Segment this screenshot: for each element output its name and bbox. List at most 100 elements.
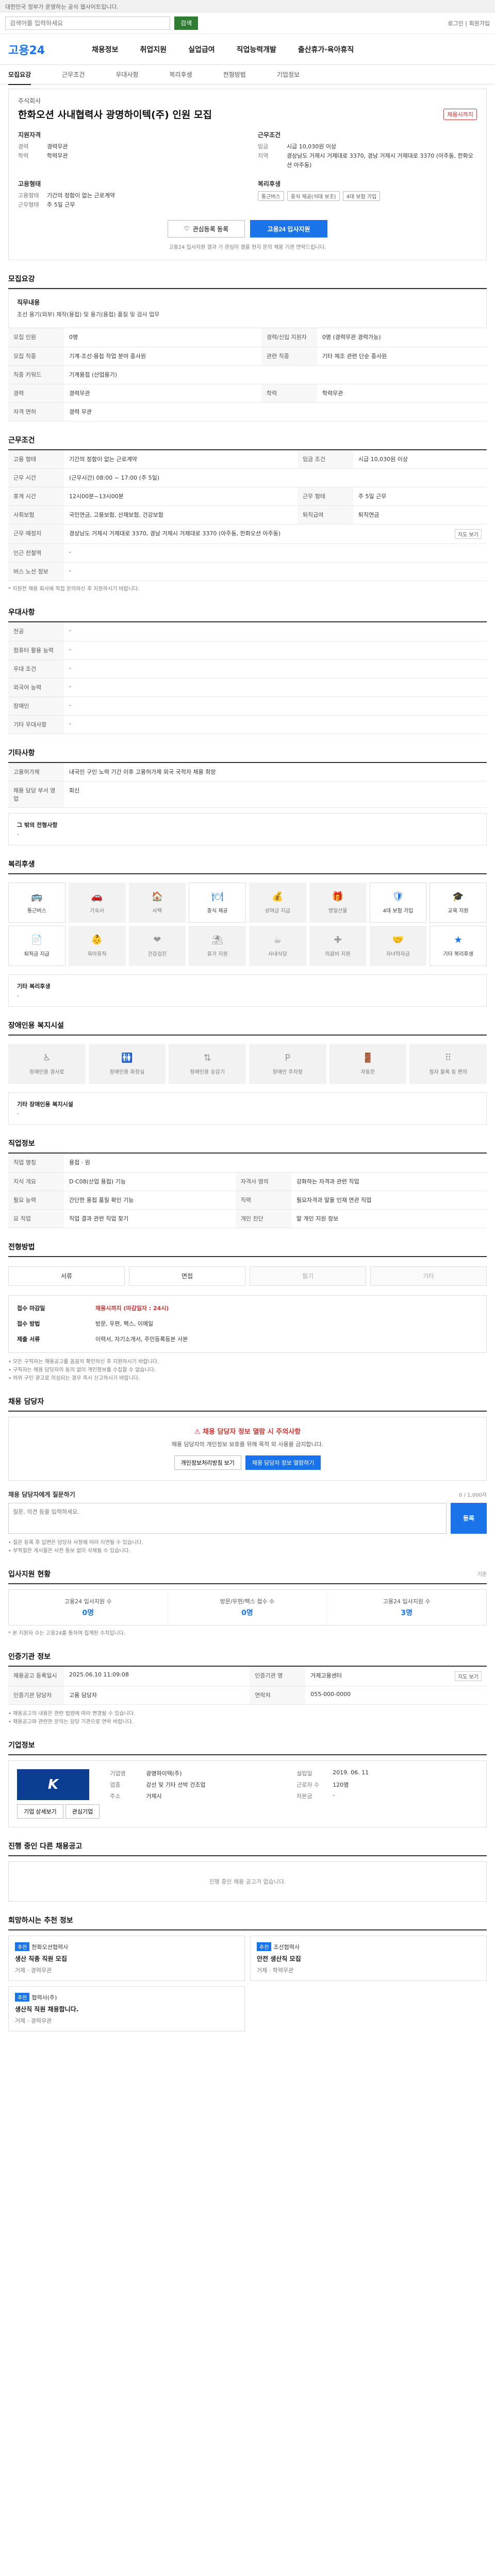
section-title: 진행 중인 다른 채용공고 <box>8 1841 487 1856</box>
table-key: 지식 개요 <box>8 1172 64 1191</box>
welfare-label: 중식 제공 <box>207 908 228 914</box>
auth-links[interactable]: 로그인 | 회원가입 <box>448 19 490 27</box>
summary-grid: 지원자격 경력 경력무관 학력 학력무관 근무조건 임금 시급 10,030원 이상 … <box>18 130 477 210</box>
welfare-label: 퇴직금 지급 <box>24 952 50 957</box>
nav-jobs[interactable]: 채용정보 <box>92 44 119 55</box>
summary-heading: 근무조건 <box>258 131 281 139</box>
org-notes: • 채용공고의 내용은 관련 법령에 따라 변경될 수 있습니다. • 채용공고… <box>8 1710 487 1726</box>
search-button[interactable]: 검색 <box>174 16 199 30</box>
welfare-card: ⇅ 장애인용 승강기 <box>169 1044 246 1084</box>
kv-key: 근무형태 <box>18 201 39 208</box>
step-etc: 기타 <box>370 1266 487 1286</box>
jobinfo-section: 직업정보 직업 명칭 용접 · 원 지식 개요 D·C08(산업 용접) 기능 자격사… <box>8 1138 487 1228</box>
stat-value: 0명 <box>82 1608 94 1617</box>
table-value: 0명 <box>64 328 261 347</box>
table-key: 전공 <box>8 622 64 641</box>
section-title: 희망하시는 추천 정보 <box>8 1915 487 1930</box>
table-value: 기간의 정함이 없는 근로계약 <box>64 450 298 469</box>
recommend-meta: 거제 · 경력무관 <box>15 2017 52 2024</box>
job-actions: ♡ 관심등록 등록 고용24 입사지원 <box>18 220 477 238</box>
desc-text: 조선 용기(외부) 제작(용접) 및 용기(용접) 품질 및 검사 업무 <box>17 311 160 318</box>
privacy-policy-button[interactable]: 개인정보처리방침 보기 <box>174 1455 241 1470</box>
org-map-button[interactable]: 지도 보기 <box>455 1671 482 1681</box>
table-row: 인근 전철역 - <box>8 544 487 563</box>
welfare-card: 📄 퇴직금 지급 <box>8 926 65 966</box>
recommend-card[interactable]: 추천 조선협력사 안전 생산직 모집 거제 · 학력무관 <box>250 1935 487 1981</box>
qna-submit-button[interactable]: 등록 <box>451 1502 487 1534</box>
tab-corp[interactable]: 기업정보 <box>277 70 300 79</box>
kv-key: 임금 <box>258 143 269 150</box>
selection-notes: • 모든 구직자는 채용공고를 꼼꼼히 확인하신 후 지원하시기 바랍니다. •… <box>8 1358 487 1383</box>
tab-recruit[interactable]: 모집요강 <box>8 70 31 85</box>
tab-welfare[interactable]: 복리후생 <box>170 70 192 79</box>
section-title: 근무조건 <box>8 435 487 450</box>
nav-leave[interactable]: 출산휴가·육아휴직 <box>298 44 354 55</box>
recommend-title: 생산 직종 직원 모집 <box>15 1955 67 1962</box>
welfare-card: ⛱ 휴가 지원 <box>189 926 246 966</box>
table-key: 기타 우대사항 <box>8 715 64 734</box>
site-logo[interactable]: 고용24 <box>8 41 70 58</box>
table-value: 0명 (경력무관 경력가능) <box>317 328 487 347</box>
corp-interest-button[interactable]: 관심기업 <box>65 1804 100 1819</box>
table-value: 기계용접 (산업용기) <box>64 365 487 384</box>
recommend-card[interactable]: 추천 협력사(주) 생산직 직원 채용합니다. 거제 · 경력무관 <box>8 1986 245 2031</box>
rest-icon: ⛱ <box>211 935 224 945</box>
health-icon: ❤ <box>153 935 161 945</box>
welfare-label: 자동문 <box>360 1070 375 1075</box>
welfare-label: 기숙사 <box>90 908 104 914</box>
table-value: 필요자격과 말을 인재 연관 직업 <box>291 1191 487 1210</box>
tab-selection[interactable]: 전형방법 <box>223 70 246 79</box>
table-key: 고용허가제 <box>8 762 64 782</box>
apply-notice: 고용24 입사지원 결과 기 관심이 결을 현지 문의 채용 기관 연락드립니다… <box>169 245 326 250</box>
note-line: • 채용공고의 내용은 관련 법령에 따라 변경될 수 있습니다. <box>8 1710 136 1717</box>
welfare-grid: 🚌 통근버스 🚗 기숙사 🏠 사택 🍽 중식 제공 💰 상여금 지급 🎁 명절선물 🛡 4대 보험 가입 🎓… <box>8 874 487 974</box>
search-input[interactable] <box>5 16 170 30</box>
table-key: 요 직업 <box>8 1209 64 1228</box>
table-value: 12시00분~13시00분 <box>64 487 298 506</box>
table-key: 개인 진단 <box>235 1209 291 1228</box>
recommend-section: 희망하시는 추천 정보 추천 한화오션협력사 생산 직종 직원 모집 거제 · 경… <box>8 1915 487 2031</box>
map-button[interactable]: 지도 보기 <box>455 529 482 539</box>
table-value: 주 5일 근무 <box>353 487 487 506</box>
save-interest-button[interactable]: ♡ 관심등록 등록 <box>168 220 245 238</box>
table-row: 채용 담당 부서 영업 회신 <box>8 781 487 808</box>
nav-unemployment[interactable]: 실업급여 <box>188 44 215 55</box>
org-section: 인증기관 정보 채용공고 등록일시 2025.06.10 11:09:08 인증기관… <box>8 1651 487 1726</box>
nav-employment-support[interactable]: 취업지원 <box>140 44 167 55</box>
kv-value: 기간의 정함이 없는 근로계약 <box>47 192 115 199</box>
recommend-card[interactable]: 추천 한화오션협력사 생산 직종 직원 모집 거제 · 경력무관 <box>8 1935 245 1981</box>
corp-detail-button[interactable]: 기업 상세보기 <box>17 1804 63 1819</box>
welfare-card: ✚ 의료비 지원 <box>309 926 367 966</box>
table-value: - <box>64 622 487 641</box>
preference-section: 우대사항 전공 - 컴퓨터 활용 능력 - 우대 조건 - 외국어 능력 - 장애인 - … <box>8 607 487 734</box>
corp-logo-col: K 기업 상세보기 관심기업 <box>17 1769 100 1819</box>
step-written: 필기 <box>250 1266 366 1286</box>
table-row: 요 직업 직업 결과 관련 직업 찾기 개인 진단 말 개인 지원 정보 <box>8 1209 487 1228</box>
tab-condition[interactable]: 근무조건 <box>62 70 85 79</box>
recruit-section: 모집요강 직무내용 조선 용기(외부) 제작(용접) 및 용기(용접) 품질 및… <box>8 274 487 421</box>
tab-preference[interactable]: 우대사항 <box>116 70 138 79</box>
save-interest-label: 관심등록 등록 <box>192 225 229 233</box>
welfare-label: 상여금 지급 <box>265 908 290 914</box>
org-name: 거제고용센터 <box>310 1672 342 1679</box>
corp-key: 주소 <box>110 1792 121 1800</box>
table-row: 전공 - <box>8 622 487 641</box>
door-icon: 🚪 <box>362 1053 374 1063</box>
apply-button[interactable]: 고용24 입사지원 <box>250 220 327 238</box>
view-contact-button[interactable]: 채용 담당자 정보 열람하기 <box>245 1455 321 1470</box>
job-title: 한화오션 사내협력사 광명하이텍(주) 인원 모집 <box>18 109 212 121</box>
qna-textarea[interactable] <box>8 1502 447 1534</box>
nav-training[interactable]: 직업능력개발 <box>237 44 276 55</box>
applicants-unit: 기준 <box>477 1572 487 1578</box>
table-value: 학력무관 <box>317 384 487 403</box>
table-key: 근무 형태 <box>297 487 353 506</box>
table-row: 직종 키워드 기계용접 (산업용기) <box>8 365 487 384</box>
section-title-text: 입사지원 현황 <box>8 1570 51 1579</box>
recommend-title: 생산직 직원 채용합니다. <box>15 2005 79 2013</box>
welfare-card: P 장애인 주차장 <box>249 1044 326 1084</box>
table-row: 모집 인원 0명 경력/신입 지원자 0명 (경력무관 경력가능) <box>8 328 487 347</box>
section-title: 기타사항 <box>8 748 487 763</box>
table-value: - <box>64 659 487 679</box>
table-key: 인증기관 담당자 <box>8 1686 64 1705</box>
stat-value: 3명 <box>401 1608 412 1617</box>
